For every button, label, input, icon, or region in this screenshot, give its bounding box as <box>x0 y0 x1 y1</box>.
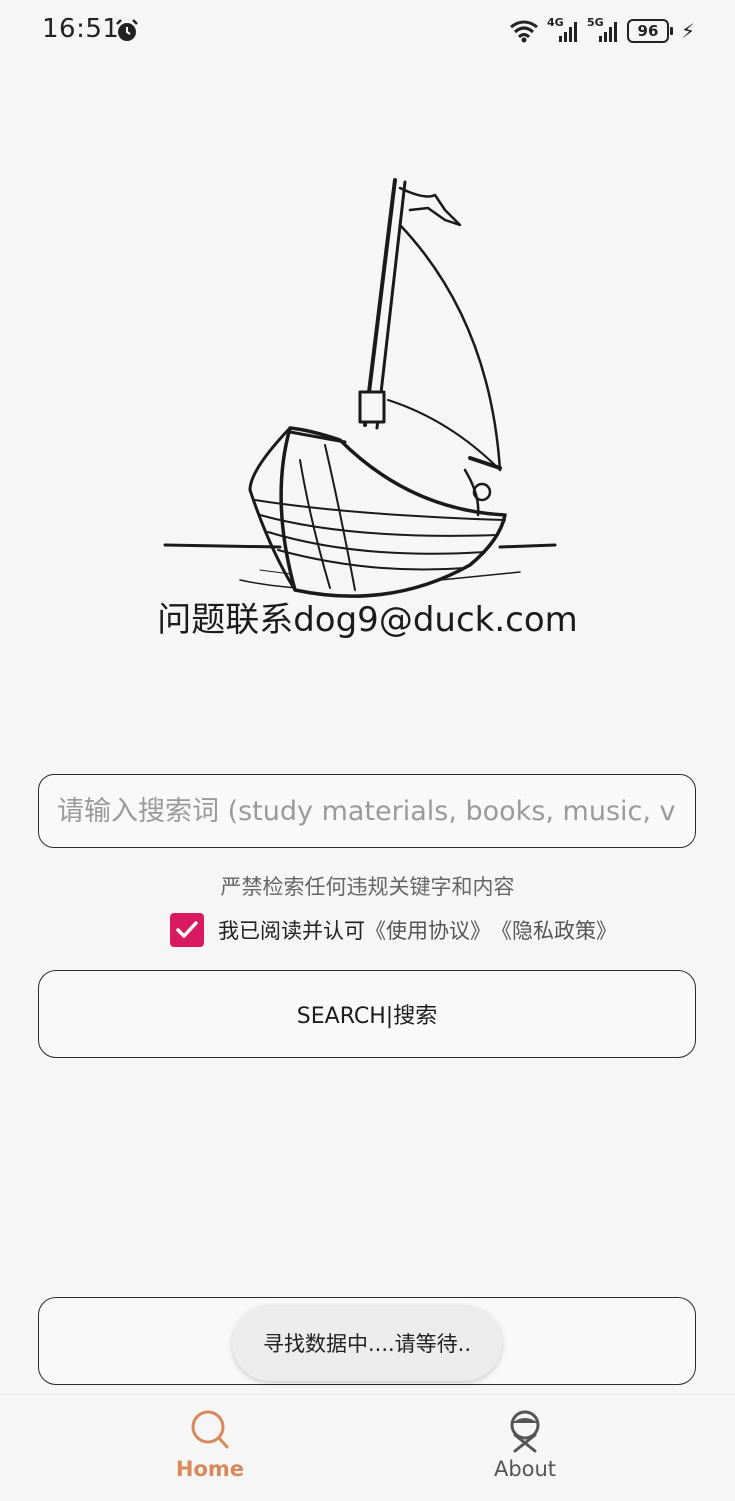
usage-warning: 严禁检索任何违规关键字和内容 <box>220 875 515 899</box>
signal-5g-icon: 5G <box>587 16 619 44</box>
search-button-label: SEARCH|搜索 <box>296 1004 438 1029</box>
toast-message: 寻找数据中....请等待.. <box>262 1332 472 1356</box>
check-icon <box>176 921 198 938</box>
contact-caption: 问题联系dog9@duck.com <box>157 600 578 640</box>
about-icon <box>510 1410 540 1453</box>
bottom-nav: Home About <box>0 1394 735 1501</box>
battery-icon: 96 <box>626 19 673 43</box>
search-button[interactable]: SEARCH|搜索 <box>38 970 696 1058</box>
loading-toast: 寻找数据中....请等待.. <box>232 1305 502 1381</box>
wifi-icon <box>510 20 538 43</box>
nav-about[interactable]: About <box>425 1395 625 1501</box>
search-icon <box>191 1410 229 1449</box>
agreement-checkbox[interactable] <box>170 913 204 947</box>
boat-logo <box>163 178 557 598</box>
search-field[interactable] <box>38 774 696 848</box>
terms-of-use-link[interactable]: 《使用协议》 <box>365 915 491 945</box>
status-time: 16:51 <box>42 14 120 44</box>
privacy-policy-link[interactable]: 《隐私政策》 <box>491 915 617 945</box>
nav-home[interactable]: Home <box>110 1395 310 1501</box>
signal-4g-icon: 4G <box>547 16 579 44</box>
search-input[interactable] <box>39 775 695 847</box>
status-bar: 16:51 4G 5G 96 ⚡ <box>0 0 735 64</box>
agreement-text: 我已阅读并认可 <box>218 919 365 943</box>
agreement-row: 我已阅读并认可 《使用协议》 《隐私政策》 <box>170 912 617 948</box>
charging-bolt-icon: ⚡ <box>680 19 695 43</box>
nav-home-label: Home <box>175 1457 245 1481</box>
status-icons: 4G 5G 96 ⚡ <box>509 16 695 46</box>
nav-about-label: About <box>493 1457 557 1481</box>
alarm-icon <box>116 19 138 41</box>
